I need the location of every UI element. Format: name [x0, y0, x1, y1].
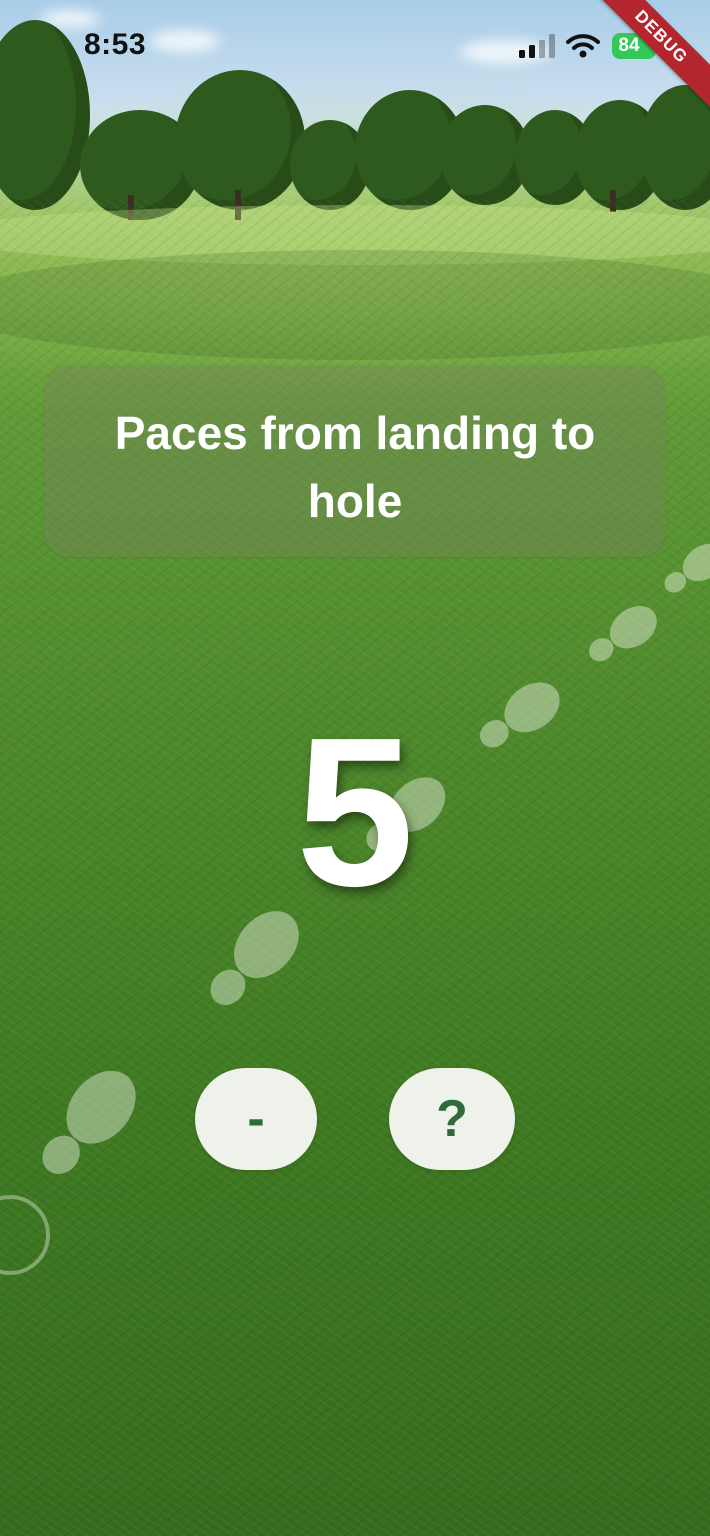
prompt-card: Paces from landing to hole: [44, 365, 666, 557]
help-button[interactable]: ?: [389, 1068, 515, 1170]
cellular-signal-icon: [519, 34, 555, 58]
prompt-title: Paces from landing to hole: [114, 407, 596, 527]
status-bar: 8:53 84: [0, 0, 710, 96]
status-time: 8:53: [84, 28, 147, 61]
decrement-button[interactable]: -: [195, 1068, 317, 1170]
golf-pace-screen: 8:53 84 DEBUG Paces from landing to hole…: [0, 0, 710, 1536]
wifi-icon: [566, 34, 600, 58]
pace-count: 5: [296, 693, 414, 930]
